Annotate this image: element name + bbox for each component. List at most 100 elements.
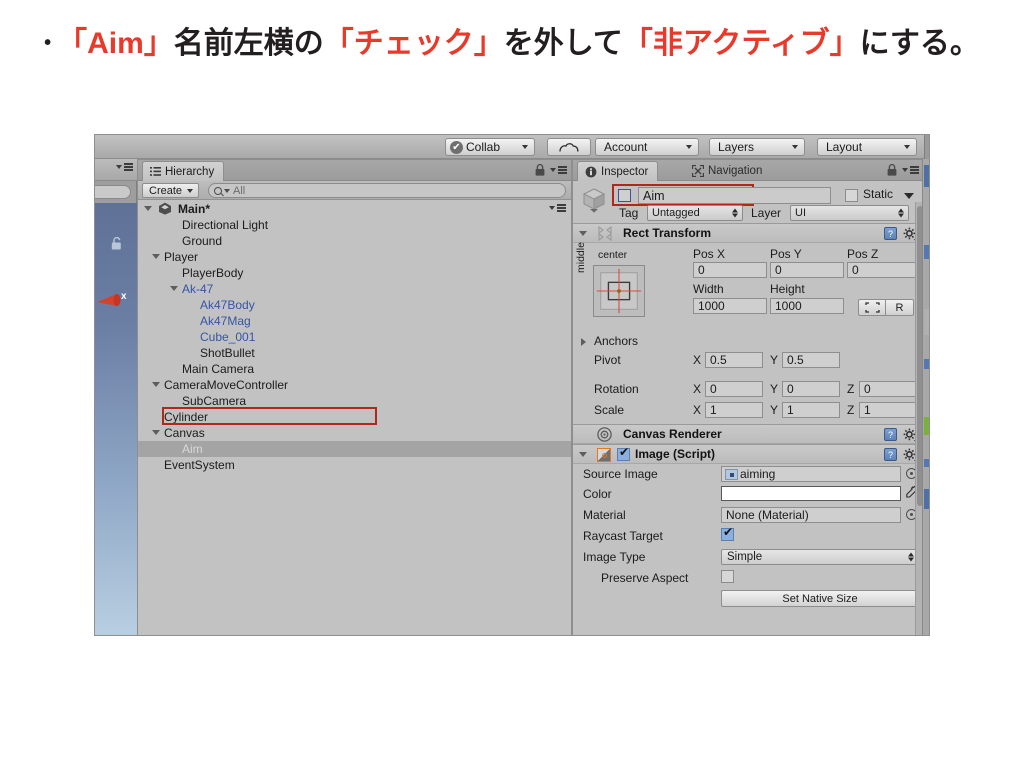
hierarchy-row-canvas[interactable]: Canvas xyxy=(138,425,571,441)
padlock-icon[interactable] xyxy=(535,164,545,176)
hierarchy-row-main-camera[interactable]: Main Camera xyxy=(138,361,571,377)
rotation-y-input[interactable]: 0 xyxy=(782,381,840,397)
layout-button[interactable]: Layout xyxy=(817,138,917,156)
pivot-x-input[interactable]: 0.5 xyxy=(705,352,763,368)
static-dropdown-icon[interactable] xyxy=(904,193,914,199)
hierarchy-row-label: Main Camera xyxy=(182,362,255,376)
chevron-down-icon[interactable] xyxy=(170,286,178,291)
navigation-icon xyxy=(692,165,704,177)
collab-button[interactable]: ✔ Collab xyxy=(445,138,535,156)
strip-marker xyxy=(924,489,929,509)
anchor-preset-button[interactable] xyxy=(593,265,645,317)
inspector-menu-icon[interactable] xyxy=(902,166,919,174)
hierarchy-row-label: ShotBullet xyxy=(200,346,255,360)
padlock-icon[interactable] xyxy=(887,164,897,176)
chevron-down-icon xyxy=(224,188,230,193)
hierarchy-row-cube-001[interactable]: Cube_001 xyxy=(138,329,571,345)
gameobject-enabled-checkbox[interactable] xyxy=(618,189,631,202)
hierarchy-tree[interactable]: Main* Directional Light Ground Player Playe… xyxy=(138,200,571,635)
scale-x-input[interactable]: 1 xyxy=(705,402,763,418)
width-input[interactable]: 1000 xyxy=(693,298,767,314)
hierarchy-scene-root[interactable]: Main* xyxy=(138,200,571,217)
pivot-y-input[interactable]: 0.5 xyxy=(782,352,840,368)
hierarchy-row-ak47body[interactable]: Ak47Body xyxy=(138,297,571,313)
gameobject-name-field[interactable]: Aim xyxy=(638,187,831,204)
scale-z-input[interactable]: 1 xyxy=(859,402,917,418)
chevron-right-icon[interactable] xyxy=(581,338,586,346)
tab-inspector[interactable]: Inspector xyxy=(577,161,659,181)
hierarchy-row-ground[interactable]: Ground xyxy=(138,233,571,249)
hierarchy-row-ak47mag[interactable]: Ak47Mag xyxy=(138,313,571,329)
hierarchy-rows: Directional Light Ground Player PlayerBody A… xyxy=(138,217,571,473)
hierarchy-row-playerbody[interactable]: PlayerBody xyxy=(138,265,571,281)
static-checkbox[interactable] xyxy=(845,189,858,202)
blueprint-mode-button[interactable] xyxy=(858,299,886,316)
layers-button[interactable]: Layers xyxy=(709,138,805,156)
scene-view-panel[interactable]: x xyxy=(95,159,137,635)
hierarchy-row-label: CameraMoveController xyxy=(164,378,289,392)
pos-z-input[interactable]: 0 xyxy=(847,262,921,278)
help-book-icon[interactable]: ? xyxy=(884,227,897,240)
hierarchy-row-directional-light[interactable]: Directional Light xyxy=(138,217,571,233)
scene-viewport[interactable]: x xyxy=(95,203,137,635)
chevron-down-icon xyxy=(522,145,528,149)
search-input[interactable]: All xyxy=(208,183,566,198)
chevron-down-icon[interactable] xyxy=(152,254,160,259)
image-type-dropdown[interactable]: Simple xyxy=(721,549,919,565)
static-label: Static xyxy=(863,187,894,201)
chevron-down-icon[interactable] xyxy=(144,206,152,211)
preserve-aspect-checkbox[interactable] xyxy=(721,570,734,583)
chevron-down-icon[interactable] xyxy=(579,452,587,457)
help-book-icon[interactable]: ? xyxy=(884,428,897,441)
hierarchy-row-player[interactable]: Player xyxy=(138,249,571,265)
chevron-down-icon[interactable] xyxy=(152,430,160,435)
canvas-renderer-icon xyxy=(597,427,612,442)
preserve-aspect-label: Preserve Aspect xyxy=(601,571,689,585)
image-script-header[interactable]: Image (Script) ? xyxy=(573,445,923,464)
hierarchy-row-cameramovecontroller[interactable]: CameraMoveController xyxy=(138,377,571,393)
rect-transform-header[interactable]: Rect Transform ? xyxy=(573,224,923,243)
tab-hierarchy[interactable]: Hierarchy xyxy=(142,161,225,181)
scene-panel-menu-icon[interactable] xyxy=(116,163,133,171)
hierarchy-row-aim[interactable]: Aim xyxy=(138,441,571,457)
rect-transform-body: center middle Pos X Pos Y Pos Z 0 0 0 Wi… xyxy=(573,242,923,333)
unlocked-padlock-icon[interactable] xyxy=(111,237,122,250)
height-input[interactable]: 1000 xyxy=(770,298,844,314)
help-book-icon[interactable]: ? xyxy=(884,448,897,461)
rotation-x-input[interactable]: 0 xyxy=(705,381,763,397)
material-value: None (Material) xyxy=(726,508,809,522)
chevron-down-icon[interactable] xyxy=(152,382,160,387)
layer-dropdown[interactable]: UI xyxy=(790,205,909,221)
hierarchy-row-shotbullet[interactable]: ShotBullet xyxy=(138,345,571,361)
hierarchy-menu-icon[interactable] xyxy=(550,166,567,174)
hierarchy-row-ak-47[interactable]: Ak-47 xyxy=(138,281,571,297)
tag-dropdown[interactable]: Untagged xyxy=(647,205,743,221)
color-swatch[interactable] xyxy=(721,486,901,501)
chevron-down-icon[interactable] xyxy=(579,231,587,236)
rotation-z-input[interactable]: 0 xyxy=(859,381,917,397)
width-label: Width xyxy=(693,282,724,296)
scale-y-input[interactable]: 1 xyxy=(782,402,840,418)
strip-marker xyxy=(924,245,929,259)
pos-y-input[interactable]: 0 xyxy=(770,262,844,278)
hierarchy-row-eventsystem[interactable]: EventSystem xyxy=(138,457,571,473)
scene-search-field[interactable] xyxy=(95,185,131,199)
raw-edit-mode-button[interactable]: R xyxy=(886,299,914,316)
create-button[interactable]: Create xyxy=(142,183,200,198)
raycast-target-checkbox[interactable] xyxy=(721,526,734,541)
image-enabled-checkbox[interactable] xyxy=(617,446,630,461)
pos-x-input[interactable]: 0 xyxy=(693,262,767,278)
cloud-services-button[interactable] xyxy=(547,138,591,156)
pivot-x-axis-label: X xyxy=(693,353,702,367)
source-image-field[interactable]: aiming xyxy=(721,466,901,482)
scene-row-menu-icon[interactable] xyxy=(549,204,566,212)
pos-z-value: 0 xyxy=(852,263,859,277)
account-button[interactable]: Account xyxy=(595,138,699,156)
scale-y-value: 1 xyxy=(787,403,794,417)
material-field[interactable]: None (Material) xyxy=(721,507,901,523)
component-rect-transform: Rect Transform ? center middle Pos X Pos… xyxy=(573,223,923,333)
set-native-size-button[interactable]: Set Native Size xyxy=(721,590,919,607)
title-segment-4: を外して xyxy=(503,27,623,60)
canvas-renderer-header[interactable]: Canvas Renderer ? xyxy=(573,425,923,444)
tab-navigation[interactable]: Navigation xyxy=(685,161,771,181)
